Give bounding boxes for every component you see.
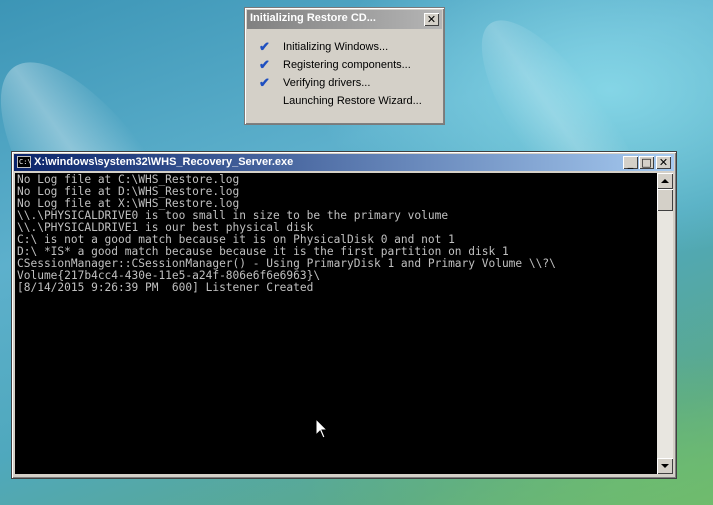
minimize-button[interactable]: _ [623, 156, 638, 169]
console-output[interactable]: No Log file at C:\WHS_Restore.log No Log… [15, 173, 657, 474]
console-lines: No Log file at C:\WHS_Restore.log No Log… [15, 174, 657, 294]
arrow-cursor-icon [315, 418, 329, 439]
arrow-up-icon [661, 179, 669, 183]
console-close-button[interactable]: ✕ [656, 156, 671, 169]
console-line: [8/14/2015 9:26:39 PM 600] Listener Crea… [17, 281, 314, 294]
restore-step-label: Verifying drivers... [283, 77, 371, 89]
restore-step-label: Initializing Windows... [283, 41, 389, 53]
checkmark-icon: ✔ [259, 57, 270, 72]
checkmark-icon: ✔ [259, 39, 270, 54]
checkmark-icon: ✔ [259, 75, 270, 90]
restore-progress-dialog: Initializing Restore CD... ✕ ✔ Initializ… [244, 7, 445, 125]
console-window: C:\ X:\windows\system32\WHS_Recovery_Ser… [11, 151, 677, 479]
maximize-button[interactable]: □ [639, 156, 654, 169]
scroll-down-button[interactable] [657, 458, 673, 474]
restore-step-label: Registering components... [283, 59, 411, 71]
restore-step-label: Launching Restore Wizard... [283, 95, 422, 107]
restore-dialog-close-button[interactable]: ✕ [424, 13, 439, 26]
scrollbar-thumb[interactable] [657, 189, 673, 211]
console-app-icon[interactable]: C:\ [17, 156, 32, 168]
restore-dialog-title: Initializing Restore CD... [250, 12, 376, 24]
arrow-down-icon [661, 464, 669, 468]
restore-dialog-titlebar[interactable]: Initializing Restore CD... ✕ [247, 10, 442, 29]
vertical-scrollbar[interactable] [657, 173, 673, 474]
console-window-title: X:\windows\system32\WHS_Recovery_Server.… [34, 156, 294, 168]
scroll-up-button[interactable] [657, 173, 673, 189]
console-titlebar[interactable]: C:\ X:\windows\system32\WHS_Recovery_Ser… [14, 154, 674, 171]
